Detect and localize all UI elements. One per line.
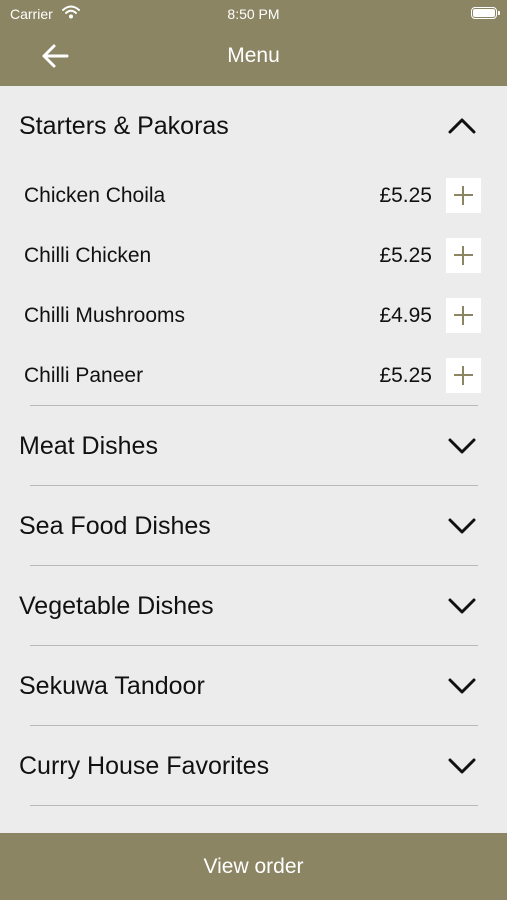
chevron-down-icon xyxy=(448,678,476,694)
page-title: Menu xyxy=(227,44,280,67)
category-header-seafood[interactable]: Sea Food Dishes xyxy=(0,486,507,566)
add-item-button[interactable] xyxy=(446,298,481,333)
category-header-meat[interactable]: Meat Dishes xyxy=(0,406,507,486)
item-price: £5.25 xyxy=(379,364,432,387)
chevron-down-icon xyxy=(448,598,476,614)
add-item-button[interactable] xyxy=(446,238,481,273)
item-name: Chilli Mushrooms xyxy=(24,304,186,327)
menu-item-row: Chilli Chicken £5.25 xyxy=(0,226,507,286)
category-header-curry-house[interactable]: Curry House Favorites xyxy=(0,726,507,806)
chevron-up-icon xyxy=(448,118,476,134)
category-label: Meat Dishes xyxy=(19,432,158,460)
category-header-sekuwa[interactable]: Sekuwa Tandoor xyxy=(0,646,507,726)
category-header-vegetable[interactable]: Vegetable Dishes xyxy=(0,566,507,646)
item-name: Chilli Paneer xyxy=(24,364,144,387)
menu-item-row: Chicken Choila £5.25 xyxy=(0,166,507,226)
nav-bar: Carrier 8:50 PM Menu xyxy=(0,0,507,86)
item-price: £4.95 xyxy=(379,304,432,327)
divider xyxy=(30,805,478,806)
item-name: Chicken Choila xyxy=(24,184,166,207)
category-label: Curry House Favorites xyxy=(19,752,270,780)
status-time: 8:50 PM xyxy=(227,6,280,22)
chevron-down-icon xyxy=(448,518,476,534)
add-item-button[interactable] xyxy=(446,178,481,213)
menu-item-row: Chilli Mushrooms £4.95 xyxy=(0,286,507,346)
menu-list: Starters & Pakoras Chicken Choila £5.25 … xyxy=(0,86,507,833)
chevron-down-icon xyxy=(448,438,476,454)
category-label: Sea Food Dishes xyxy=(19,512,211,540)
category-header-starters[interactable]: Starters & Pakoras xyxy=(0,86,507,166)
item-name: Chilli Chicken xyxy=(24,244,152,267)
category-label: Sekuwa Tandoor xyxy=(19,672,205,700)
category-label: Starters & Pakoras xyxy=(19,112,229,140)
status-bar: Carrier 8:50 PM xyxy=(0,0,507,28)
item-price: £5.25 xyxy=(379,244,432,267)
menu-item-row: Chilli Paneer £5.25 xyxy=(0,346,507,406)
item-price: £5.25 xyxy=(379,184,432,207)
view-order-button[interactable]: View order xyxy=(0,833,507,900)
chevron-down-icon xyxy=(448,758,476,774)
battery-icon xyxy=(471,7,500,19)
category-label: Vegetable Dishes xyxy=(19,592,214,620)
add-item-button[interactable] xyxy=(446,358,481,393)
